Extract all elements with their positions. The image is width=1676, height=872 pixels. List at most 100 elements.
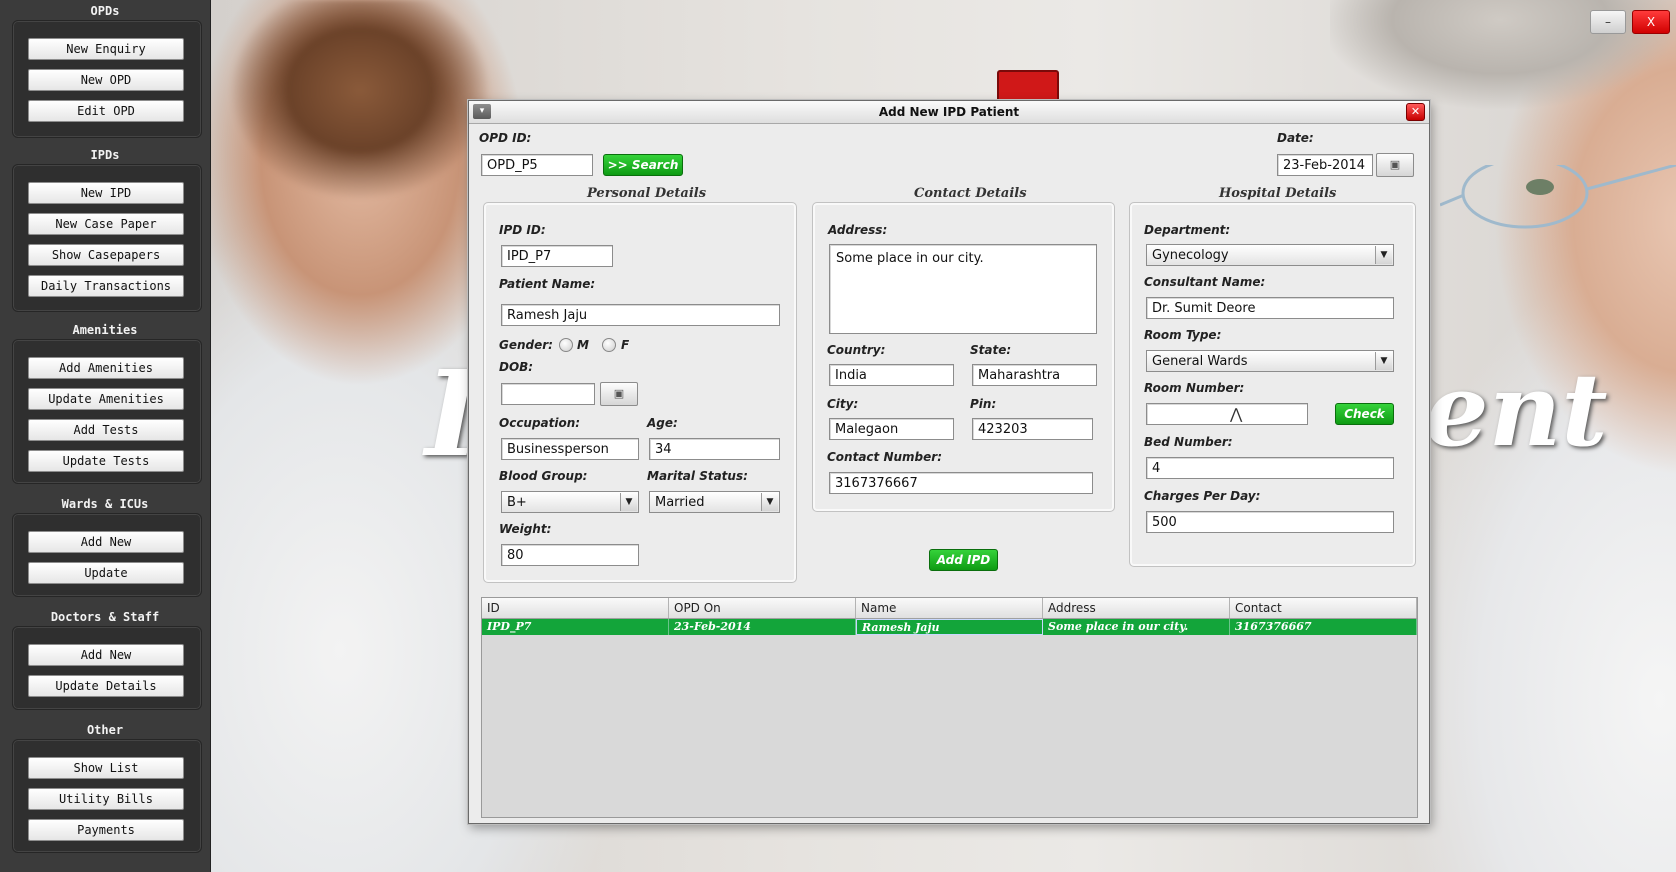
consultant-name-field[interactable]: Dr. Sumit Deore	[1146, 297, 1394, 319]
minimize-button[interactable]: –	[1590, 10, 1626, 34]
show-list-button[interactable]: Show List	[28, 757, 184, 779]
room-type-value: General Wards	[1152, 354, 1248, 369]
room-type-select[interactable]: General Wards ▼	[1146, 350, 1394, 372]
chevron-down-icon[interactable]: ▼	[1375, 246, 1392, 264]
staff-update-details-button[interactable]: Update Details	[28, 675, 184, 697]
update-tests-button[interactable]: Update Tests	[28, 450, 184, 472]
marital-status-label: Marital Status:	[647, 469, 748, 483]
wards-add-new-button[interactable]: Add New	[28, 531, 184, 553]
column-header-opd-on[interactable]: OPD On	[669, 598, 856, 618]
pin-label: Pin:	[970, 397, 997, 411]
occupation-label: Occupation:	[499, 416, 581, 430]
chevron-down-icon[interactable]: ▼	[620, 493, 637, 511]
background-word-right: ent	[1425, 351, 1608, 469]
table-cell-name: Ramesh Jaju	[856, 619, 1043, 635]
department-select[interactable]: Gynecology ▼	[1146, 244, 1394, 266]
opd-id-label: OPD ID:	[479, 131, 532, 145]
dob-calendar-icon[interactable]: ▣	[600, 382, 638, 406]
sidebar-section-title-opds: OPDs	[90, 4, 120, 18]
dob-label: DOB:	[499, 360, 534, 374]
gender-f-label: F	[621, 338, 630, 352]
charges-per-day-label: Charges Per Day:	[1144, 489, 1261, 503]
marital-status-select[interactable]: Married ▼	[649, 491, 780, 513]
new-enquiry-button[interactable]: New Enquiry	[28, 38, 184, 60]
blood-group-value: B+	[507, 495, 527, 510]
close-app-button[interactable]: X	[1632, 10, 1670, 34]
country-label: Country:	[827, 343, 886, 357]
table-cell-id: IPD_P7	[482, 619, 669, 635]
add-tests-button[interactable]: Add Tests	[28, 419, 184, 441]
contact-number-field[interactable]: 3167376667	[829, 472, 1093, 494]
dob-field[interactable]	[501, 383, 595, 405]
gender-m-radio[interactable]	[559, 338, 573, 352]
update-amenities-button[interactable]: Update Amenities	[28, 388, 184, 410]
blood-group-label: Blood Group:	[499, 469, 588, 483]
ipd-id-label: IPD ID:	[499, 223, 546, 237]
sidebar-section-title-wards: Wards & ICUs	[61, 497, 149, 511]
sidebar-section-title-amenities: Amenities	[72, 323, 138, 337]
sidebar-group-wards	[12, 513, 202, 597]
new-opd-button[interactable]: New OPD	[28, 69, 184, 91]
column-header-id[interactable]: ID	[482, 598, 669, 618]
column-header-name[interactable]: Name	[856, 598, 1043, 618]
edit-opd-button[interactable]: Edit OPD	[28, 100, 184, 122]
chevron-down-icon[interactable]: ▼	[1375, 352, 1392, 370]
dialog-title: Add New IPD Patient	[878, 105, 1020, 119]
column-header-address[interactable]: Address	[1043, 598, 1230, 618]
country-field[interactable]: India	[829, 364, 954, 386]
bed-number-field[interactable]: 4	[1146, 457, 1394, 479]
column-header-contact[interactable]: Contact	[1230, 598, 1417, 618]
room-number-field[interactable]	[1146, 403, 1308, 425]
sidebar-section-title-doctors: Doctors & Staff	[50, 610, 160, 624]
table-cell-opd-on: 23-Feb-2014	[669, 619, 856, 635]
new-case-paper-button[interactable]: New Case Paper	[28, 213, 184, 235]
address-field[interactable]: Some place in our city.	[829, 244, 1097, 334]
marital-status-value: Married	[655, 495, 705, 510]
ipd-table[interactable]: ID OPD On Name Address Contact IPD_P7 23…	[481, 597, 1418, 818]
gender-label: Gender:	[499, 338, 553, 352]
room-type-label: Room Type:	[1144, 328, 1222, 342]
contact-details-heading: Contact Details	[914, 186, 1027, 201]
department-label: Department:	[1144, 223, 1231, 237]
gender-f-radio[interactable]	[602, 338, 616, 352]
state-field[interactable]: Maharashtra	[972, 364, 1097, 386]
sidebar: OPDs New Enquiry New OPD Edit OPD IPDs N…	[0, 0, 211, 872]
patient-name-field[interactable]: Ramesh Jaju	[501, 304, 780, 326]
add-amenities-button[interactable]: Add Amenities	[28, 357, 184, 379]
city-label: City:	[827, 397, 859, 411]
background-glasses	[1440, 165, 1676, 229]
date-label: Date:	[1277, 131, 1314, 145]
age-field[interactable]: 34	[649, 438, 780, 460]
chevron-down-icon[interactable]: ▼	[761, 493, 778, 511]
search-button[interactable]: >> Search	[603, 154, 683, 176]
sidebar-group-doctors	[12, 626, 202, 710]
date-field[interactable]: 23-Feb-2014	[1277, 154, 1373, 176]
address-label: Address:	[828, 223, 888, 237]
opd-id-field[interactable]: OPD_P5	[481, 154, 593, 176]
staff-add-new-button[interactable]: Add New	[28, 644, 184, 666]
background-red-object	[997, 70, 1059, 104]
calendar-icon[interactable]: ▣	[1376, 153, 1414, 177]
dialog-titlebar[interactable]: ▾ Add New IPD Patient ✕	[469, 101, 1429, 124]
table-row[interactable]: IPD_P7 23-Feb-2014 Ramesh Jaju Some plac…	[482, 619, 1417, 635]
blood-group-select[interactable]: B+ ▼	[501, 491, 639, 513]
utility-bills-button[interactable]: Utility Bills	[28, 788, 184, 810]
wards-update-button[interactable]: Update	[28, 562, 184, 584]
new-ipd-button[interactable]: New IPD	[28, 182, 184, 204]
weight-field[interactable]: 80	[501, 544, 639, 566]
check-button[interactable]: Check	[1335, 403, 1394, 425]
background-photo-detail	[230, 0, 490, 210]
city-field[interactable]: Malegaon	[829, 418, 954, 440]
pin-field[interactable]: 423203	[972, 418, 1093, 440]
dialog-close-button[interactable]: ✕	[1406, 103, 1425, 121]
personal-details-heading: Personal Details	[587, 186, 707, 201]
charges-per-day-field[interactable]: 500	[1146, 511, 1394, 533]
table-cell-address: Some place in our city.	[1043, 619, 1230, 635]
payments-button[interactable]: Payments	[28, 819, 184, 841]
occupation-field[interactable]: Businessperson	[501, 438, 639, 460]
show-casepapers-button[interactable]: Show Casepapers	[28, 244, 184, 266]
add-ipd-dialog: ▾ Add New IPD Patient ✕ OPD ID: OPD_P5 >…	[468, 100, 1430, 824]
add-ipd-button[interactable]: Add IPD	[929, 549, 998, 571]
daily-transactions-button[interactable]: Daily Transactions	[28, 275, 184, 297]
ipd-id-field[interactable]: IPD_P7	[501, 245, 613, 267]
